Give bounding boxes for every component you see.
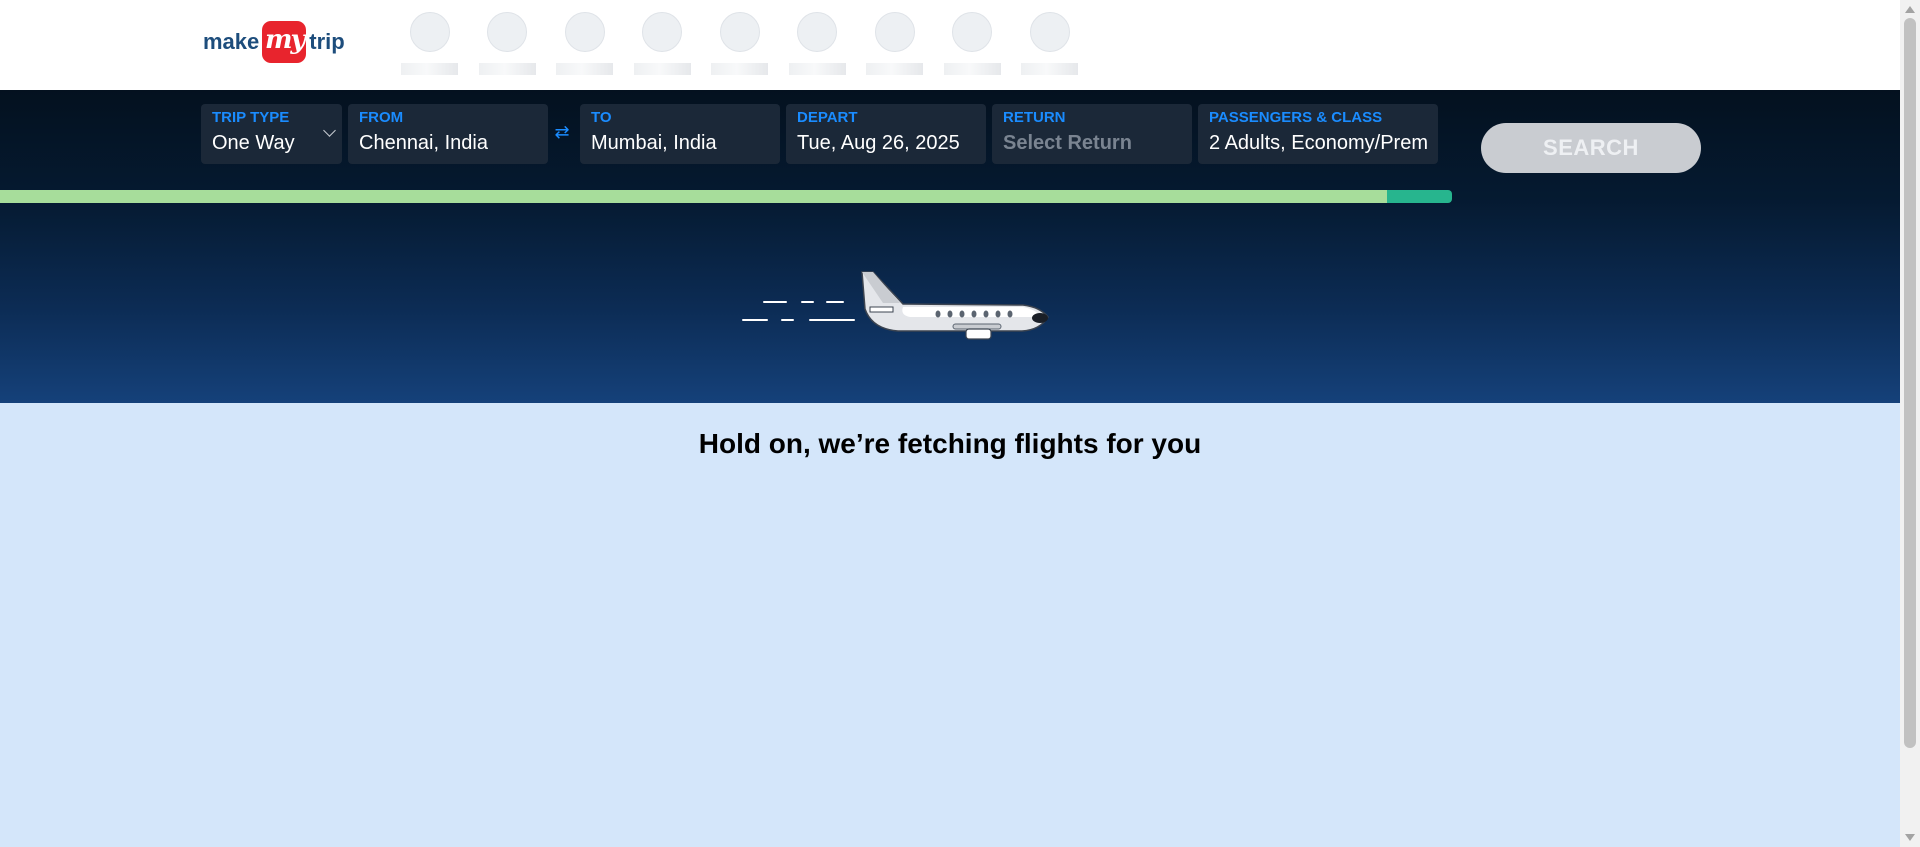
loading-message: Hold on, we’re fetching flights for you <box>698 428 1202 459</box>
nav-skeleton-label-placeholder <box>788 63 846 75</box>
nav-skeleton-label-placeholder <box>866 63 924 75</box>
nav-skeleton-label-placeholder <box>1021 63 1079 75</box>
nav-skeleton-item <box>866 12 924 75</box>
return-date-field[interactable]: RETURN Select Return <box>992 104 1192 164</box>
nav-skeleton-icon-placeholder <box>487 12 528 52</box>
to-label: TO <box>591 109 612 126</box>
passengers-class-field[interactable]: PASSENGERS & CLASS 2 Adults, Economy/Pre… <box>1198 104 1438 164</box>
from-value: Chennai, India <box>359 132 488 154</box>
return-label: RETURN <box>1003 109 1066 126</box>
nav-skeleton-icon-placeholder <box>797 12 838 52</box>
nav-skeleton-label-placeholder <box>633 63 691 75</box>
logo-make-text: make <box>203 29 260 54</box>
nav-skeleton-label-placeholder <box>556 63 614 75</box>
logo-my-badge: my <box>262 21 307 63</box>
trip-type-value: One Way <box>212 132 295 154</box>
nav-skeleton-icon-placeholder <box>409 12 450 52</box>
nav-skeleton-item <box>478 12 537 75</box>
progress-fill <box>0 190 1387 203</box>
swap-arrows-icon[interactable]: ⇄ <box>553 122 571 143</box>
from-city-field[interactable]: FROM Chennai, India <box>348 104 548 164</box>
top-header: make my trip <box>0 0 1900 90</box>
return-placeholder: Select Return <box>1003 132 1132 154</box>
nav-skeleton-label-placeholder <box>711 63 769 75</box>
makemytrip-logo[interactable]: make my trip <box>203 21 345 63</box>
depart-value: Tue, Aug 26, 2025 <box>797 132 960 154</box>
nav-skeleton-item <box>943 12 1002 75</box>
nav-skeleton-item <box>711 12 769 75</box>
vertical-scrollbar[interactable] <box>1900 0 1920 847</box>
nav-skeleton-icon-placeholder <box>719 12 760 52</box>
trip-type-dropdown[interactable]: TRIP TYPE One Way <box>201 104 342 164</box>
depart-date-field[interactable]: DEPART Tue, Aug 26, 2025 <box>786 104 986 164</box>
to-value: Mumbai, India <box>591 132 717 154</box>
search-hero: TRIP TYPE One Way FROM Chennai, India ⇄ … <box>0 90 1900 403</box>
nav-skeleton-label-placeholder <box>943 63 1001 75</box>
nav-skeleton-icon-placeholder <box>874 12 915 52</box>
passengers-label: PASSENGERS & CLASS <box>1209 109 1383 126</box>
passengers-value: 2 Adults, Economy/Prem <box>1209 132 1427 154</box>
nav-skeleton-item <box>1021 12 1079 75</box>
airplane-illustration <box>742 271 1049 340</box>
nav-skeleton-icon-placeholder <box>564 12 605 52</box>
nav-skeleton-label-placeholder <box>401 63 459 75</box>
logo-trip-text: trip <box>309 29 345 54</box>
nav-skeleton-label-placeholder <box>478 63 536 75</box>
search-button[interactable]: SEARCH <box>1481 123 1701 173</box>
nav-loading-skeleton <box>401 12 1079 75</box>
nav-skeleton-item <box>401 12 459 75</box>
nav-skeleton-icon-placeholder <box>1029 12 1070 52</box>
nav-skeleton-item <box>633 12 692 75</box>
from-label: FROM <box>359 109 404 126</box>
scroll-up-arrow-icon[interactable] <box>1905 6 1915 13</box>
to-city-field[interactable]: TO Mumbai, India <box>580 104 780 164</box>
trip-type-label: TRIP TYPE <box>212 109 290 126</box>
nav-skeleton-icon-placeholder <box>642 12 683 52</box>
nav-skeleton-item <box>556 12 614 75</box>
depart-label: DEPART <box>797 109 858 126</box>
scrollbar-thumb[interactable] <box>1904 18 1916 748</box>
nav-skeleton-icon-placeholder <box>952 12 993 52</box>
scroll-down-arrow-icon[interactable] <box>1905 834 1915 841</box>
nav-skeleton-item <box>788 12 847 75</box>
search-widget: TRIP TYPE One Way FROM Chennai, India ⇄ … <box>0 104 1900 173</box>
loading-progress-bar <box>0 190 1452 203</box>
